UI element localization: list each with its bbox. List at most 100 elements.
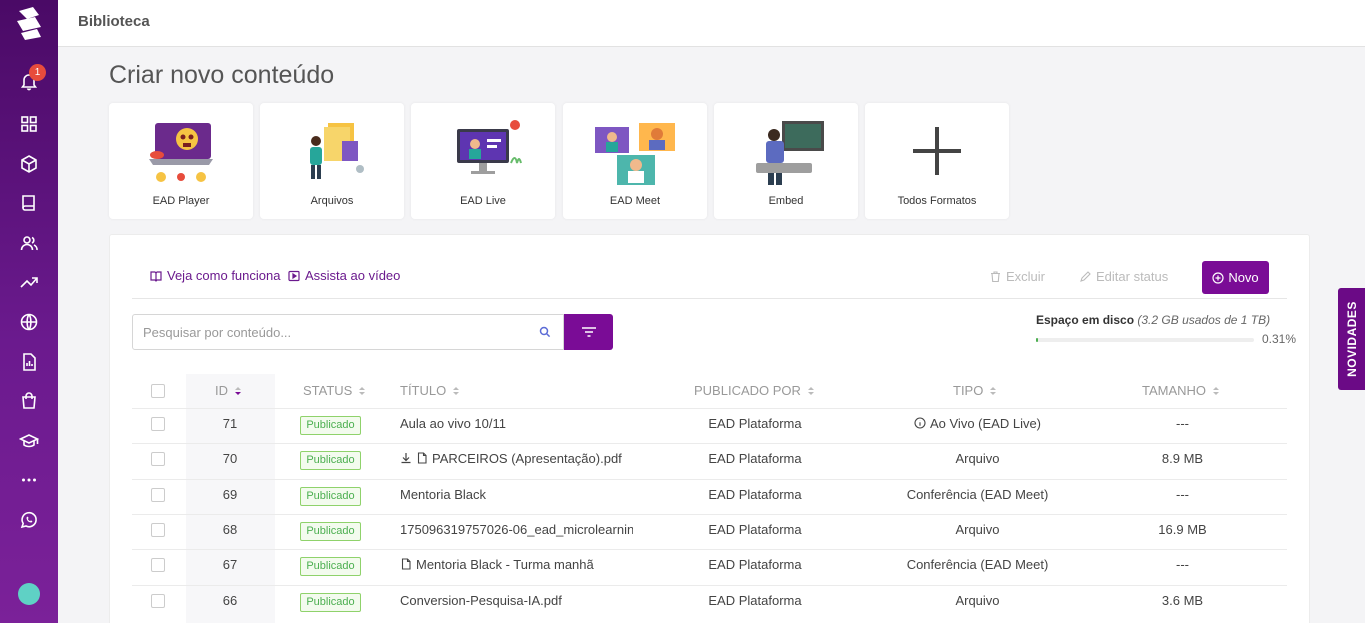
cell-id: 67 [200,557,260,572]
column-header-title[interactable]: TÍTULO [400,383,460,398]
ead-player-illustration [149,123,213,182]
card-todos-formatos[interactable]: Todos Formatos [865,103,1009,219]
cell-id-text: 66 [222,592,238,608]
embed-illustration [756,121,824,185]
cell-published-by-text: EAD Plataforma [708,451,802,467]
header-label: TAMANHO [1142,383,1207,398]
search-icon[interactable] [539,326,551,338]
cell-title: Conversion-Pesquisa-IA.pdf [400,593,633,608]
card-ead-player[interactable]: EAD Player [109,103,253,219]
row-divider [132,584,1287,586]
sort-icon [359,386,366,395]
section-heading: Criar novo conteúdo [109,61,335,89]
column-header-published-by[interactable]: PUBLICADO POR [694,383,815,398]
sort-icon [235,386,241,395]
cell-id: 68 [200,522,260,537]
delete-button[interactable]: Excluir [990,269,1045,284]
filter-button[interactable] [564,314,613,350]
cell-published-by: EAD Plataforma [690,416,820,431]
cell-title-text: PARCEIROS (Apresentação).pdf [432,451,622,467]
cell-type: Arquivo [880,593,1075,608]
sidebar: 1 [0,0,58,623]
card-label: Arquivos [310,195,354,207]
header-label: TIPO [953,383,984,398]
row-divider [132,549,1287,551]
column-header-id[interactable]: ID [215,383,242,398]
news-side-tab[interactable]: NOVIDADES [1338,288,1365,390]
cell-size: 16.9 MB [1130,522,1235,537]
cell-type-text: Arquivo [955,521,1000,537]
book-icon[interactable] [19,193,39,213]
row-checkbox[interactable] [151,522,165,537]
sort-icon [453,386,460,395]
shopping-bag-icon[interactable] [19,391,39,411]
cell-type-text: Arquivo [955,592,1000,608]
card-label: Todos Formatos [897,195,977,207]
card-label: Embed [768,195,804,207]
cell-id: 66 [200,593,260,608]
plus-circle-icon [1212,271,1224,284]
search-input[interactable] [133,315,513,349]
cell-type: Arquivo [880,522,1075,537]
row-checkbox[interactable] [151,452,165,467]
row-checkbox[interactable] [151,417,165,431]
report-icon[interactable] [19,352,39,372]
edit-status-button[interactable]: Editar status [1080,269,1168,284]
cell-published-by-text: EAD Plataforma [708,592,802,608]
file-icon [417,452,427,464]
row-checkbox[interactable] [151,558,165,573]
cell-id-text: 69 [222,486,238,502]
cell-size: 3.6 MB [1130,593,1235,608]
book-open-icon [150,270,162,282]
row-checkbox[interactable] [151,593,165,608]
cell-size-text: 8.9 MB [1161,451,1204,467]
cell-type-text: Arquivo [955,451,1000,467]
graduation-cap-icon[interactable] [19,431,39,451]
cell-title: Mentoria Black - Turma manhã [400,557,633,572]
header-label: PUBLICADO POR [694,383,801,398]
card-ead-live[interactable]: EAD Live [411,103,555,219]
brand-logo[interactable] [9,3,49,43]
cell-published-by: EAD Plataforma [690,451,820,466]
top-bar: Biblioteca [58,0,1365,47]
download-icon[interactable] [400,452,412,464]
box-icon[interactable] [19,154,39,174]
column-header-status[interactable]: STATUS [303,383,366,398]
header-label: ID [215,383,228,398]
users-icon[interactable] [19,233,39,253]
cell-title: Mentoria Black [400,487,633,502]
more-icon[interactable] [19,470,39,490]
status-badge: Publicado [300,451,361,471]
cell-size: --- [1130,557,1235,572]
cell-published-by: EAD Plataforma [690,487,820,502]
disk-title: Espaço em disco [1036,313,1135,327]
whatsapp-icon[interactable] [19,510,39,530]
select-all-checkbox[interactable] [151,384,165,398]
card-label: EAD Live [460,195,506,207]
card-label: EAD Meet [609,195,661,207]
row-divider [132,478,1287,480]
notification-badge: 1 [29,64,46,81]
column-header-size[interactable]: TAMANHO [1142,383,1220,398]
globe-icon[interactable] [19,312,39,332]
cell-type-text: Ao Vivo (EAD Live) [929,416,1042,431]
cell-size-text: --- [1176,486,1189,502]
card-ead-meet[interactable]: EAD Meet [563,103,707,219]
card-embed[interactable]: Embed [714,103,858,219]
row-checkbox[interactable] [151,487,165,502]
new-button[interactable]: Novo [1202,261,1269,294]
card-arquivos[interactable]: Arquivos [260,103,404,219]
plus-icon [913,127,961,175]
pencil-icon [1080,271,1091,282]
cell-size-text: 16.9 MB [1158,521,1207,537]
avatar[interactable] [18,583,40,605]
column-header-type[interactable]: TIPO [953,383,997,398]
watch-video-link[interactable]: Assista ao vídeo [288,268,400,283]
delete-label: Excluir [1006,269,1046,284]
cell-type: Arquivo [880,451,1075,466]
trending-icon[interactable] [19,272,39,292]
how-it-works-link[interactable]: Veja como funciona [150,268,280,283]
dashboard-icon[interactable] [19,114,39,134]
row-divider [132,513,1287,515]
cell-type: Conferência (EAD Meet) [880,487,1075,502]
